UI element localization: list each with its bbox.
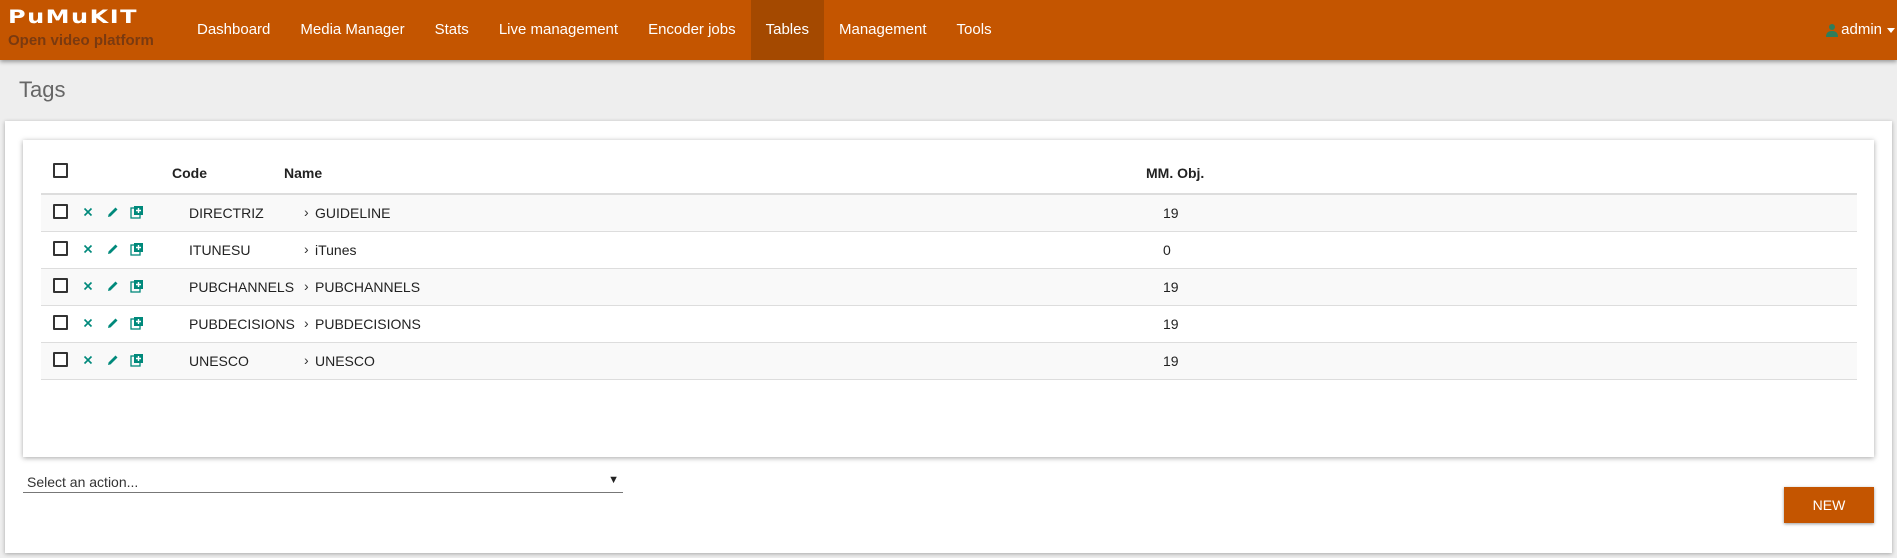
- nav-media-manager[interactable]: Media Manager: [285, 0, 419, 60]
- edit-icon[interactable]: [106, 279, 120, 293]
- edit-icon[interactable]: [106, 242, 120, 256]
- tag-name: PUBDECISIONS: [315, 316, 421, 332]
- tag-mm-obj-count: 19: [1163, 279, 1179, 295]
- row-checkbox[interactable]: [53, 204, 68, 219]
- chevron-right-icon[interactable]: ›: [304, 204, 309, 220]
- edit-icon[interactable]: [106, 316, 120, 330]
- row-checkbox[interactable]: [53, 241, 68, 256]
- tag-mm-obj-count: 19: [1163, 353, 1179, 369]
- user-name: admin: [1841, 21, 1882, 38]
- table-row: UNESCO › UNESCO 19: [41, 343, 1857, 380]
- column-header-code: Code: [172, 165, 207, 181]
- add-child-icon[interactable]: [130, 242, 144, 256]
- main-nav: Dashboard Media Manager Stats Live manag…: [182, 0, 1007, 60]
- tag-mm-obj-count: 19: [1163, 205, 1179, 221]
- table-header: Code Name MM. Obj.: [41, 156, 1857, 195]
- nav-live-management[interactable]: Live management: [484, 0, 633, 60]
- tag-code: DIRECTRIZ: [189, 205, 264, 221]
- dropdown-arrow-icon: ▼: [608, 474, 619, 486]
- edit-icon[interactable]: [106, 205, 120, 219]
- add-child-icon[interactable]: [130, 316, 144, 330]
- action-select-label: Select an action...: [27, 474, 139, 490]
- row-checkbox[interactable]: [53, 315, 68, 330]
- nav-tools[interactable]: Tools: [942, 0, 1007, 60]
- column-header-mm-obj: MM. Obj.: [1146, 165, 1205, 181]
- delete-icon[interactable]: [81, 242, 95, 256]
- select-all-checkbox[interactable]: [53, 163, 68, 178]
- nav-stats[interactable]: Stats: [420, 0, 484, 60]
- tag-code: PUBDECISIONS: [189, 316, 295, 332]
- add-child-icon[interactable]: [130, 353, 144, 367]
- chevron-right-icon[interactable]: ›: [304, 352, 309, 368]
- nav-encoder-jobs[interactable]: Encoder jobs: [633, 0, 751, 60]
- nav-management[interactable]: Management: [824, 0, 942, 60]
- nav-tables[interactable]: Tables: [750, 0, 824, 60]
- add-child-icon[interactable]: [130, 205, 144, 219]
- action-select[interactable]: Select an action... ▼: [23, 470, 623, 493]
- tag-code: UNESCO: [189, 353, 249, 369]
- table-body: DIRECTRIZ › GUIDELINE 19 ITUNESU › iTunes 0 PUBC…: [41, 195, 1857, 380]
- chevron-right-icon[interactable]: ›: [304, 278, 309, 294]
- delete-icon[interactable]: [81, 353, 95, 367]
- delete-icon[interactable]: [81, 279, 95, 293]
- table-row: ITUNESU › iTunes 0: [41, 232, 1857, 269]
- tag-code: PUBCHANNELS: [189, 279, 295, 295]
- row-checkbox[interactable]: [53, 278, 68, 293]
- delete-icon[interactable]: [81, 316, 95, 330]
- nav-dashboard[interactable]: Dashboard: [182, 0, 285, 60]
- logo-wordmark: PuMuKIT: [8, 6, 139, 28]
- tag-name: GUIDELINE: [315, 205, 391, 221]
- tag-name: PUBCHANNELS: [315, 279, 421, 295]
- tags-table: Code Name MM. Obj. DIRECTRIZ › GUIDELINE 19…: [41, 156, 1857, 380]
- user-menu[interactable]: admin: [1826, 0, 1897, 60]
- chevron-right-icon[interactable]: ›: [304, 315, 309, 331]
- user-icon: [1826, 24, 1839, 37]
- tag-code: ITUNESU: [189, 242, 251, 258]
- page-title: Tags: [19, 77, 66, 102]
- table-row: PUBDECISIONS › PUBDECISIONS 19: [41, 306, 1857, 343]
- logo-tagline: Open video platform: [8, 32, 154, 49]
- add-child-icon[interactable]: [130, 279, 144, 293]
- tag-mm-obj-count: 19: [1163, 316, 1179, 332]
- table-row: PUBCHANNELS › PUBCHANNELS 19: [41, 269, 1857, 306]
- pumukit-logo[interactable]: PuMuKIT Open video platform: [8, 6, 178, 54]
- tag-name: UNESCO: [315, 353, 375, 369]
- table-row: DIRECTRIZ › GUIDELINE 19: [41, 195, 1857, 232]
- row-checkbox[interactable]: [53, 352, 68, 367]
- content-panel: Code Name MM. Obj. DIRECTRIZ › GUIDELINE 19…: [5, 121, 1892, 553]
- new-button[interactable]: NEW: [1784, 487, 1874, 523]
- column-header-name: Name: [284, 165, 323, 181]
- top-navbar: PuMuKIT Open video platform Dashboard Me…: [0, 0, 1897, 60]
- delete-icon[interactable]: [81, 205, 95, 219]
- caret-down-icon: [1887, 27, 1895, 33]
- tag-name: iTunes: [315, 242, 357, 258]
- chevron-right-icon[interactable]: ›: [304, 241, 309, 257]
- tag-mm-obj-count: 0: [1163, 242, 1171, 258]
- edit-icon[interactable]: [106, 353, 120, 367]
- tags-table-card: Code Name MM. Obj. DIRECTRIZ › GUIDELINE 19…: [23, 140, 1874, 457]
